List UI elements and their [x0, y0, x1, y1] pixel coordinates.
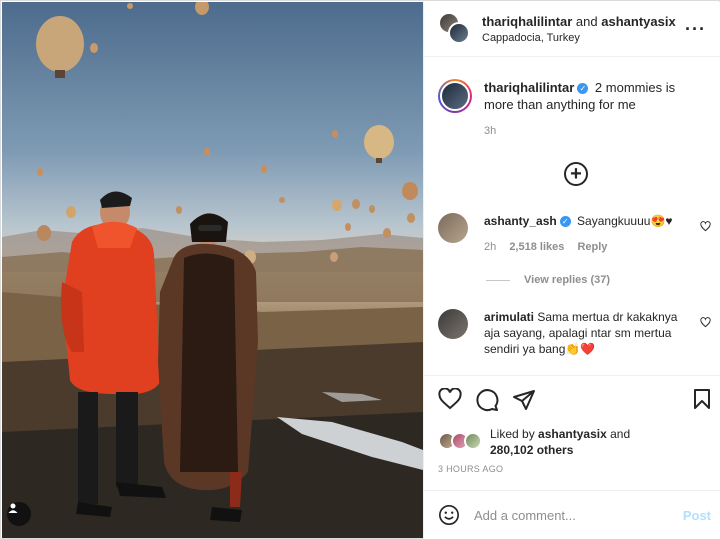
post-timestamp[interactable]: 3 HOURS AGO: [438, 464, 503, 474]
plus-circle-icon[interactable]: +: [564, 162, 588, 186]
username-link[interactable]: thariqhalilintar: [482, 14, 572, 29]
comment-time: 2h: [484, 241, 497, 253]
liked-by-others[interactable]: 280,102 others: [490, 443, 573, 457]
reply-button[interactable]: Reply: [577, 241, 607, 253]
avatar: [464, 432, 482, 450]
avatar[interactable]: [438, 309, 468, 339]
comment-username[interactable]: ashanty_ash: [484, 214, 557, 228]
comment-icon[interactable]: [475, 388, 499, 415]
comment-item: arimulati Sama mertua dr kakaknya aja sa…: [438, 309, 713, 357]
smiley-icon[interactable]: [438, 504, 460, 526]
comment-meta: 2h 2,518 likes Reply: [484, 239, 684, 255]
header-joiner: and: [575, 14, 598, 29]
liker-avatars[interactable]: [438, 432, 486, 452]
liked-by-and: and: [610, 427, 631, 441]
post-caption: thariqhalilintar ✓ 2 mommies is more than…: [424, 57, 720, 140]
story-ring-avatar[interactable]: [438, 79, 472, 113]
avatar[interactable]: [448, 22, 470, 44]
location-link[interactable]: Cappadocia, Turkey: [482, 32, 676, 44]
add-comment-input[interactable]: [474, 507, 664, 523]
caption-username[interactable]: thariqhalilintar: [484, 80, 574, 95]
liked-by-prefix: Liked by: [490, 427, 535, 441]
caption-time: 3h: [484, 125, 497, 137]
collab-avatars[interactable]: [438, 12, 472, 46]
actions-section: Liked by ashantyasix and 280,102 others …: [424, 375, 720, 474]
comment-likes[interactable]: 2,518 likes: [509, 241, 564, 253]
comment-text: Sayangkuuuu😍♥: [577, 214, 673, 228]
ellipsis-icon[interactable]: ···: [685, 19, 706, 40]
divider: [486, 279, 510, 281]
liked-by-user[interactable]: ashantyasix: [538, 427, 607, 441]
instagram-post: thariqhalilintar and ashantyasix Cappado…: [0, 0, 720, 539]
view-replies-link[interactable]: View replies (37): [486, 274, 610, 286]
verified-badge-icon: ✓: [559, 216, 571, 228]
add-comment-bar: Post: [424, 490, 720, 539]
bookmark-icon[interactable]: [692, 388, 712, 413]
post-header: thariqhalilintar and ashantyasix Cappado…: [424, 2, 720, 57]
comment-body: arimulati Sama mertua dr kakaknya aja sa…: [484, 309, 684, 357]
post-details-panel: thariqhalilintar and ashantyasix Cappado…: [423, 2, 720, 539]
liked-by-row: Liked by ashantyasix and 280,102 others: [438, 426, 630, 458]
header-usernames: thariqhalilintar and ashantyasix: [482, 14, 676, 29]
avatar: [440, 81, 470, 111]
comment-like-heart-icon[interactable]: [700, 317, 711, 331]
action-bar: [424, 376, 720, 422]
comment-body: ashanty_ash ✓ Sayangkuuuu😍♥ 2h 2,518 like…: [484, 213, 684, 255]
view-replies-label: View replies (37): [524, 274, 611, 286]
comment-username[interactable]: arimulati: [484, 310, 534, 324]
photo-scene: [2, 2, 423, 538]
verified-badge-icon: ✓: [577, 83, 589, 95]
paper-plane-icon[interactable]: [512, 388, 536, 415]
heart-icon[interactable]: [438, 387, 462, 413]
username-link[interactable]: ashantyasix: [601, 14, 675, 29]
post-button[interactable]: Post: [683, 508, 711, 523]
caption-body: thariqhalilintar ✓ 2 mommies is more than…: [484, 79, 706, 140]
comment-like-heart-icon[interactable]: [700, 221, 711, 235]
avatar[interactable]: [438, 213, 468, 243]
post-photo[interactable]: [2, 2, 423, 538]
header-text: thariqhalilintar and ashantyasix Cappado…: [482, 14, 676, 44]
comment-item: ashanty_ash ✓ Sayangkuuuu😍♥ 2h 2,518 like…: [438, 213, 713, 255]
liked-by-text: Liked by ashantyasix and 280,102 others: [490, 426, 630, 458]
user-tag-icon[interactable]: [7, 502, 31, 526]
